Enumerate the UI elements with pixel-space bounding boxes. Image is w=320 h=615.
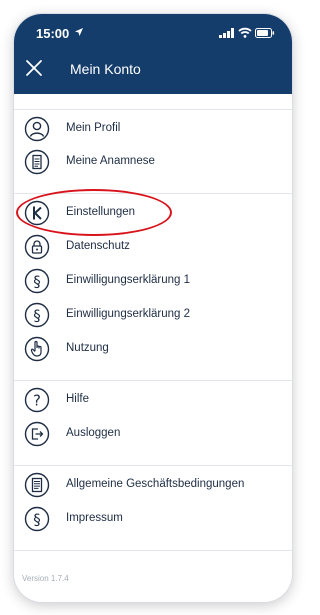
menu-item-agb[interactable]: Allgemeine Geschäftsbedingungen: [14, 468, 292, 502]
menu-item-label: Einstellungen: [66, 206, 136, 218]
k-logo-icon: [24, 200, 50, 226]
menu-item-label: Hilfe: [66, 393, 90, 405]
menu-item-nutzung[interactable]: Nutzung: [14, 332, 292, 366]
paragraph-icon: §: [24, 506, 50, 532]
help-icon: ?: [24, 387, 50, 413]
page-title: Mein Konto: [70, 61, 141, 77]
paragraph-icon: §: [24, 302, 50, 328]
menu-item-einstellungen[interactable]: Einstellungen: [14, 196, 292, 230]
divider: [14, 380, 292, 381]
menu-item-label: Einwilligungserklärung 2: [66, 308, 191, 320]
svg-text:§: §: [33, 511, 41, 529]
document-icon: [24, 149, 50, 175]
app-header: 15:00 Mein Konto: [14, 14, 292, 94]
wifi-icon: [238, 27, 252, 38]
menu-item-mein-profil[interactable]: Mein Profil: [14, 112, 292, 146]
menu-item-label: Nutzung: [66, 342, 109, 354]
menu-item-datenschutz[interactable]: Datenschutz: [14, 230, 292, 264]
hand-pointer-icon: [24, 336, 50, 362]
svg-text:§: §: [33, 273, 41, 291]
menu-item-label: Allgemeine Geschäftsbedingungen: [66, 478, 245, 490]
menu-item-ausloggen[interactable]: Ausloggen: [14, 417, 292, 451]
menu-item-label: Datenschutz: [66, 240, 130, 252]
menu-item-impressum[interactable]: § Impressum: [14, 502, 292, 536]
divider: [14, 465, 292, 466]
status-bar: 15:00: [14, 14, 292, 52]
menu-item-einwilligungserklaerung-2[interactable]: § Einwilligungserklärung 2: [14, 298, 292, 332]
menu-item-hilfe[interactable]: ? Hilfe: [14, 383, 292, 417]
version-label: Version 1.7.4: [22, 574, 69, 583]
lock-icon: [24, 234, 50, 260]
svg-text:§: §: [33, 307, 41, 325]
status-time: 15:00: [36, 26, 70, 41]
logout-icon: [24, 421, 50, 447]
menu-item-einwilligungserklaerung-1[interactable]: § Einwilligungserklärung 1: [14, 264, 292, 298]
menu-item-label: Mein Profil: [66, 122, 121, 134]
menu-item-meine-anamnese[interactable]: Meine Anamnese: [14, 145, 292, 179]
menu-item-label: Impressum: [66, 512, 123, 524]
divider: [14, 109, 292, 110]
svg-text:?: ?: [33, 392, 41, 410]
menu-item-label: Einwilligungserklärung 1: [66, 274, 191, 286]
menu-item-label: Ausloggen: [66, 427, 121, 439]
terms-document-icon: [24, 472, 50, 498]
divider: [14, 550, 292, 551]
close-icon[interactable]: [25, 59, 43, 77]
profile-icon: [24, 116, 50, 142]
paragraph-icon: §: [24, 268, 50, 294]
battery-icon: [255, 28, 275, 38]
divider: [14, 193, 292, 194]
location-arrow-icon: [75, 28, 83, 36]
menu-item-label: Meine Anamnese: [66, 155, 155, 167]
cellular-signal-icon: [219, 28, 234, 38]
phone-frame: 15:00 Mein Konto Mein Profil Meine Anamn…: [14, 14, 292, 602]
